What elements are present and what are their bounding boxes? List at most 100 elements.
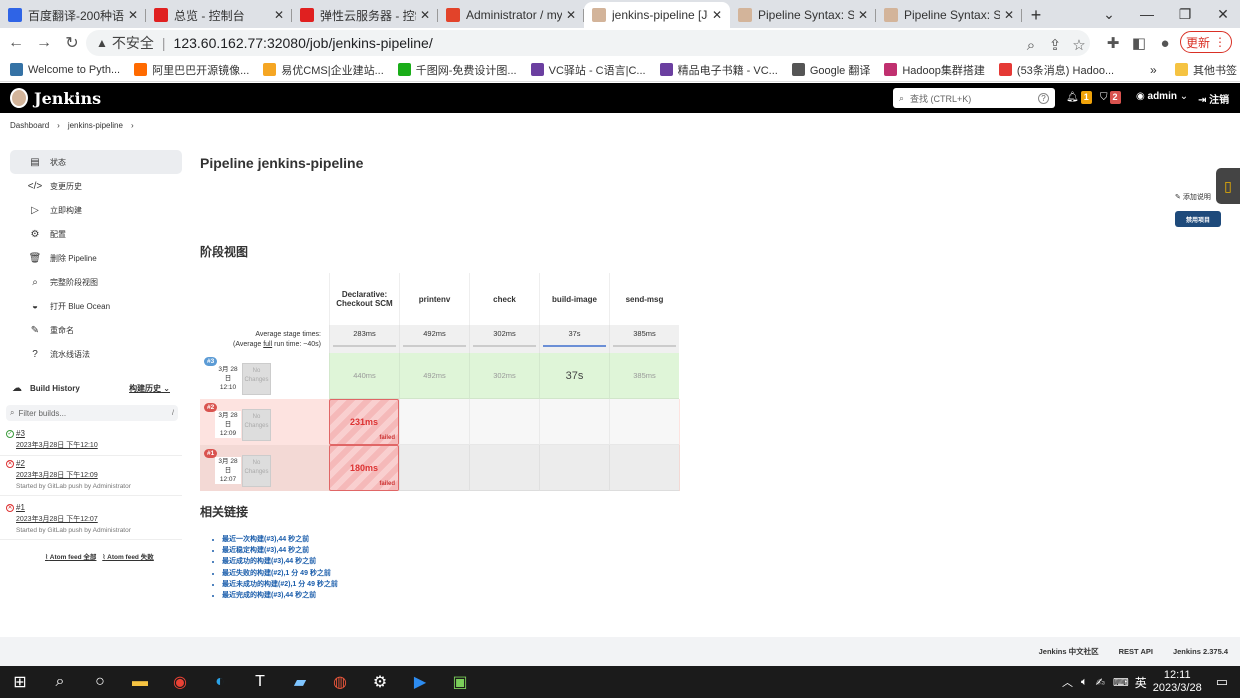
stage-cell[interactable]: 231ms failed <box>329 399 399 445</box>
search-box[interactable]: ⌕ 查找 (CTRL+K) ? <box>893 88 1055 108</box>
search-help-icon[interactable]: ? <box>1038 92 1049 104</box>
browser-tab[interactable]: 总览 - 控制台 ✕ <box>146 2 292 28</box>
back-icon[interactable]: ← <box>4 31 28 55</box>
tab-close-icon[interactable]: ✕ <box>274 8 284 22</box>
sidebar-item[interactable]: ▷ 立即构建 <box>10 198 182 222</box>
tab-close-icon[interactable]: ✕ <box>1004 8 1014 22</box>
file-explorer-icon[interactable]: ▬ <box>120 666 160 698</box>
footer-community-link[interactable]: Jenkins 中文社区 <box>1039 646 1099 657</box>
search-input[interactable]: 查找 (CTRL+K) <box>910 92 971 105</box>
build-number-link[interactable]: #3 <box>16 429 25 438</box>
app-swirl-icon[interactable]: ◍ <box>320 666 360 698</box>
minimize-icon[interactable]: — <box>1128 0 1166 28</box>
windows-start-icon[interactable]: ⊞ <box>0 666 40 698</box>
keyboard-icon[interactable]: ⌨ <box>1113 676 1129 689</box>
sidepanel-icon[interactable]: ◧ <box>1128 32 1150 54</box>
media-player-icon[interactable]: ▶ <box>400 666 440 698</box>
related-link[interactable]: 最近未成功的构建(#2),1 分 49 秒之前 <box>222 579 338 590</box>
footer-rest-api-link[interactable]: REST API <box>1119 647 1153 656</box>
footer-version-link[interactable]: Jenkins 2.375.4 <box>1173 647 1228 656</box>
zoom-icon[interactable]: ⌕ <box>1020 34 1042 56</box>
browser-tab[interactable]: 百度翻译-200种语言 ✕ <box>0 2 146 28</box>
ime-indicator[interactable]: 英 <box>1135 674 1147 691</box>
browser-tab[interactable]: Administrator / myb ✕ <box>438 2 584 28</box>
profile-icon[interactable]: ● <box>1154 32 1176 54</box>
breadcrumb-job[interactable]: jenkins-pipeline <box>68 121 123 130</box>
stage-cell[interactable]: 37s <box>539 353 609 399</box>
related-link[interactable]: 最近失败的构建(#2),1 分 49 秒之前 <box>222 568 338 579</box>
feed-fail-link[interactable]: ⌇ Atom feed 失败 <box>102 551 153 561</box>
related-link[interactable]: 最近成功的构建(#3),44 秒之前 <box>222 556 338 567</box>
sidebar-item[interactable]: ▤ 状态 <box>10 150 182 174</box>
bookmark-item[interactable]: 阿里巴巴开源镜像... <box>134 62 249 78</box>
update-button[interactable]: 更新 ⋮ <box>1180 31 1232 53</box>
avg-full-link[interactable]: full <box>263 341 272 348</box>
tab-search-icon[interactable]: ⌄ <box>1090 0 1128 28</box>
bookmark-item[interactable]: Hadoop集群搭建 <box>884 62 985 78</box>
side-panel-tab-icon[interactable]: ▯ <box>1216 168 1240 204</box>
edge-icon[interactable]: ◐ <box>200 666 240 698</box>
other-bookmarks-folder[interactable]: 其他书签 <box>1175 62 1237 78</box>
stage-cell[interactable]: 440ms <box>329 353 399 399</box>
share-icon[interactable]: ⇪ <box>1044 34 1066 56</box>
url-box[interactable]: ▲ 不安全 | 123.60.162.77:32080/job/jenkins-… <box>86 30 1090 56</box>
tray-chevron-icon[interactable]: ︿ <box>1062 674 1073 690</box>
feed-all-link[interactable]: ⌇ Atom feed 全部 <box>45 551 96 561</box>
build-date-link[interactable]: 2023年3月28日 下午12:07 <box>16 514 182 524</box>
tab-close-icon[interactable]: ✕ <box>566 8 576 22</box>
jenkins-logo[interactable]: Jenkins <box>10 88 101 108</box>
browser-tab[interactable]: 弹性云服务器 - 控制台 ✕ <box>292 2 438 28</box>
sidebar-item[interactable]: ◒ 打开 Blue Ocean <box>10 294 182 318</box>
sidebar-item[interactable]: </> 变更历史 <box>10 174 182 198</box>
build-number-link[interactable]: #1 <box>16 503 25 512</box>
bookmark-item[interactable]: 易优CMS|企业建站... <box>263 62 384 78</box>
typora-icon[interactable]: T <box>240 666 280 698</box>
taskbar-search-icon[interactable]: ⌕ <box>40 666 80 698</box>
close-window-icon[interactable]: ✕ <box>1204 0 1240 28</box>
bookmark-item[interactable]: VC驿站 - C语言|C... <box>530 62 646 78</box>
disable-project-button[interactable]: 禁用项目 <box>1175 211 1221 227</box>
bookmark-star-icon[interactable]: ☆ <box>1068 34 1090 56</box>
bookmark-item[interactable]: Google 翻译 <box>791 62 870 78</box>
browser-tab[interactable]: jenkins-pipeline [Jenkins] ✕ <box>584 2 730 28</box>
bookmark-item[interactable]: 精品电子书籍 - VC... <box>659 62 778 78</box>
browser-tab[interactable]: Pipeline Syntax: Snip ✕ <box>876 2 1022 28</box>
bookmark-item[interactable]: 千图网-免费设计图... <box>397 62 517 78</box>
pen-icon[interactable]: ✍ <box>1096 676 1105 689</box>
clock[interactable]: 12:11 2023/3/28 <box>1153 669 1202 695</box>
tab-close-icon[interactable]: ✕ <box>128 8 138 22</box>
tab-close-icon[interactable]: ✕ <box>858 8 868 22</box>
build-date-link[interactable]: 2023年3月28日 下午12:09 <box>16 470 182 480</box>
logout-button[interactable]: ⇥ 注销 <box>1198 91 1229 106</box>
sidebar-item[interactable]: 🗑 删除 Pipeline <box>10 246 182 270</box>
stage-cell[interactable]: 302ms <box>469 353 539 399</box>
tab-close-icon[interactable]: ✕ <box>712 8 722 22</box>
stage-cell[interactable]: 180ms failed <box>329 445 399 491</box>
bookmark-item[interactable]: Welcome to Pyth... <box>10 63 120 76</box>
filter-input[interactable]: Filter builds... <box>18 409 66 418</box>
breadcrumb-dashboard[interactable]: Dashboard <box>10 121 49 130</box>
build-number-link[interactable]: #2 <box>16 459 25 468</box>
reload-icon[interactable]: ↻ <box>60 31 84 55</box>
user-menu[interactable]: ◉ admin ⌄ <box>1136 91 1188 102</box>
pycharm-icon[interactable]: ▣ <box>440 666 480 698</box>
filter-builds-box[interactable]: ⌕ Filter builds... / <box>6 405 178 421</box>
build-date-link[interactable]: 2023年3月28日 下午12:10 <box>16 440 182 450</box>
restore-icon[interactable]: ❐ <box>1166 0 1204 28</box>
browser-tab[interactable]: Pipeline Syntax: Snip ✕ <box>730 2 876 28</box>
stage-cell[interactable]: 385ms <box>609 353 679 399</box>
extensions-icon[interactable]: ✚ <box>1102 32 1124 54</box>
related-link[interactable]: 最近一次构建(#3),44 秒之前 <box>222 534 338 545</box>
notepad-icon[interactable]: ▰ <box>280 666 320 698</box>
bookmark-item[interactable]: (53条消息) Hadoo... <box>998 62 1114 78</box>
task-view-icon[interactable]: ○ <box>80 666 120 698</box>
sidebar-item[interactable]: ✎ 重命名 <box>10 318 182 342</box>
notifications-button[interactable]: 🔔︎ 1 <box>1066 91 1092 104</box>
security-button[interactable]: ⛉ 2 <box>1100 91 1121 104</box>
sidebar-item[interactable]: ⌕ 完整阶段视图 <box>10 270 182 294</box>
add-description-link[interactable]: ✎ 添加说明 <box>1175 192 1211 202</box>
related-link[interactable]: 最近完成的构建(#3),44 秒之前 <box>222 590 338 601</box>
related-link[interactable]: 最近稳定构建(#3),44 秒之前 <box>222 545 338 556</box>
forward-icon[interactable]: → <box>32 31 56 55</box>
tab-close-icon[interactable]: ✕ <box>420 8 430 22</box>
